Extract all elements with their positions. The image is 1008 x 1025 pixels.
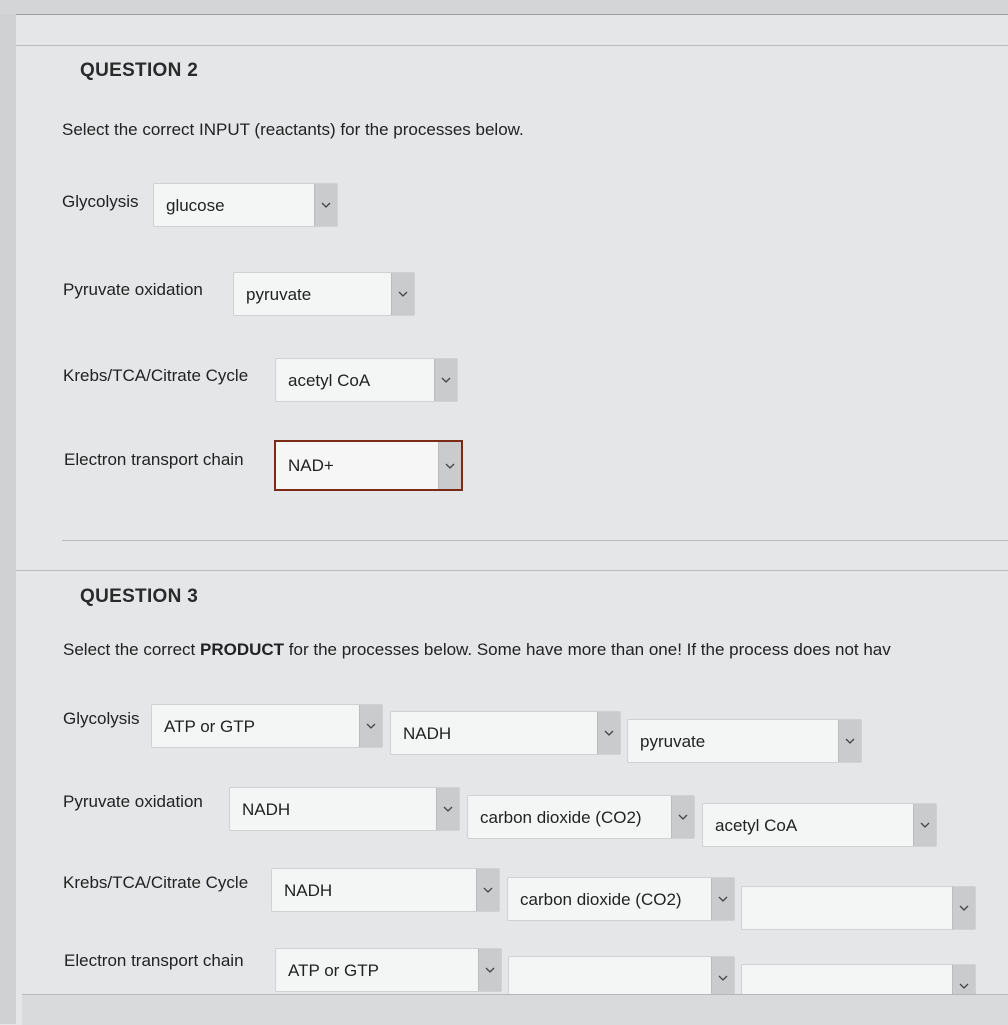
q3-krebs-select-2[interactable]: carbon dioxide (CO2) xyxy=(507,877,735,921)
chevron-down-icon[interactable] xyxy=(359,705,382,747)
q3-pyruvate-oxidation-select-1[interactable]: NADH xyxy=(229,787,460,831)
section-divider-1 xyxy=(62,540,1008,541)
section-divider-2 xyxy=(16,570,1008,571)
chevron-down-icon[interactable] xyxy=(478,949,501,991)
q2-label-etc: Electron transport chain xyxy=(64,450,244,469)
q3-label-pyruvate-oxidation: Pyruvate oxidation xyxy=(63,792,203,811)
q3-label-etc: Electron transport chain xyxy=(64,951,244,970)
q3-glycolysis-select-3[interactable]: pyruvate xyxy=(627,719,862,763)
question-3-title: QUESTION 3 xyxy=(80,586,199,607)
section-divider-top xyxy=(16,45,1008,46)
question-2-title: QUESTION 2 xyxy=(80,60,199,81)
select-value: NADH xyxy=(284,881,333,900)
chevron-down-icon[interactable] xyxy=(434,359,457,401)
select-value: NADH xyxy=(403,724,452,743)
left-gutter xyxy=(0,14,16,1024)
prompt-text: Select the correct xyxy=(63,640,201,659)
chevron-down-icon[interactable] xyxy=(436,788,459,830)
chevron-down-icon[interactable] xyxy=(391,273,414,315)
select-value: ATP or GTP xyxy=(164,717,256,736)
select-value: NAD+ xyxy=(288,456,334,475)
chevron-down-icon[interactable] xyxy=(476,869,499,911)
prompt-text: for the processes below. Some have more … xyxy=(284,640,891,659)
q3-pyruvate-oxidation-select-3[interactable]: acetyl CoA xyxy=(702,803,937,847)
chevron-down-icon[interactable] xyxy=(838,720,861,762)
q2-krebs-select[interactable]: acetyl CoA xyxy=(275,358,458,402)
q3-pyruvate-oxidation-select-2[interactable]: carbon dioxide (CO2) xyxy=(467,795,695,839)
chevron-down-icon[interactable] xyxy=(711,878,734,920)
q3-glycolysis-select-2[interactable]: NADH xyxy=(390,711,621,755)
browser-top-strip xyxy=(0,0,1008,15)
select-value: ATP or GTP xyxy=(288,961,380,980)
select-value: carbon dioxide (CO2) xyxy=(520,890,682,909)
select-value: NADH xyxy=(242,800,291,819)
q2-pyruvate-oxidation-select[interactable]: pyruvate xyxy=(233,272,415,316)
select-value: pyruvate xyxy=(246,285,312,304)
chevron-down-icon[interactable] xyxy=(952,887,975,929)
chevron-down-icon[interactable] xyxy=(438,442,461,489)
question-3-prompt: Select the correct PRODUCT for the proce… xyxy=(63,640,1008,660)
q2-label-glycolysis: Glycolysis xyxy=(62,192,139,211)
chevron-down-icon[interactable] xyxy=(913,804,936,846)
q3-glycolysis-select-1[interactable]: ATP or GTP xyxy=(151,704,383,748)
q3-label-glycolysis: Glycolysis xyxy=(63,709,140,728)
q3-krebs-select-1[interactable]: NADH xyxy=(271,868,500,912)
chevron-down-icon[interactable] xyxy=(711,957,734,999)
q2-label-pyruvate-oxidation: Pyruvate oxidation xyxy=(63,280,203,299)
select-value: glucose xyxy=(166,196,225,215)
chevron-down-icon[interactable] xyxy=(314,184,337,226)
chevron-down-icon[interactable] xyxy=(671,796,694,838)
q3-label-krebs: Krebs/TCA/Citrate Cycle xyxy=(63,873,249,892)
question-2-prompt: Select the correct INPUT (reactants) for… xyxy=(62,120,524,139)
select-value: pyruvate xyxy=(640,732,706,751)
q3-etc-select-1[interactable]: ATP or GTP xyxy=(275,948,502,992)
q2-glycolysis-select[interactable]: glucose xyxy=(153,183,338,227)
chevron-down-icon[interactable] xyxy=(597,712,620,754)
select-value: carbon dioxide (CO2) xyxy=(480,808,642,827)
q3-krebs-select-3[interactable] xyxy=(741,886,976,930)
select-value: acetyl CoA xyxy=(288,371,371,390)
q2-label-krebs: Krebs/TCA/Citrate Cycle xyxy=(63,366,249,385)
prompt-emphasis: PRODUCT xyxy=(200,640,285,659)
bottom-bar xyxy=(22,994,1008,1025)
q2-etc-select[interactable]: NAD+ xyxy=(274,440,463,491)
select-value: acetyl CoA xyxy=(715,816,798,835)
